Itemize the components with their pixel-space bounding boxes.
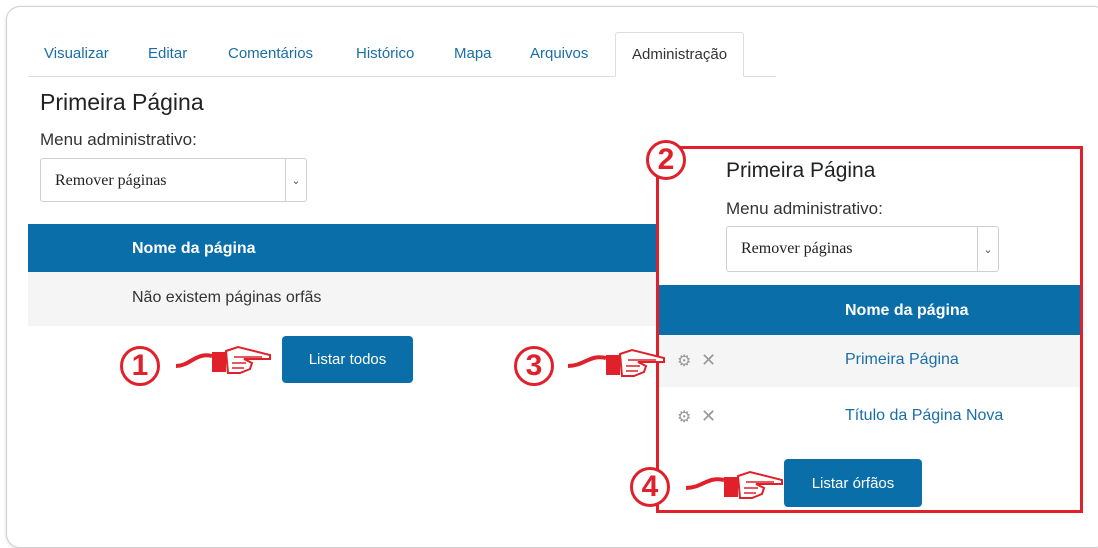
callout-marker-2: 2: [646, 140, 686, 180]
callout-arrows: [175, 346, 783, 499]
pointing-hand-icon: [685, 471, 783, 499]
callout-marker-4: 4: [630, 467, 670, 507]
callout-marker-3: 3: [514, 346, 554, 386]
pointing-hand-icon: [175, 346, 271, 374]
callout-marker-1: 1: [120, 346, 160, 386]
pointing-hand-icon: [567, 349, 665, 377]
